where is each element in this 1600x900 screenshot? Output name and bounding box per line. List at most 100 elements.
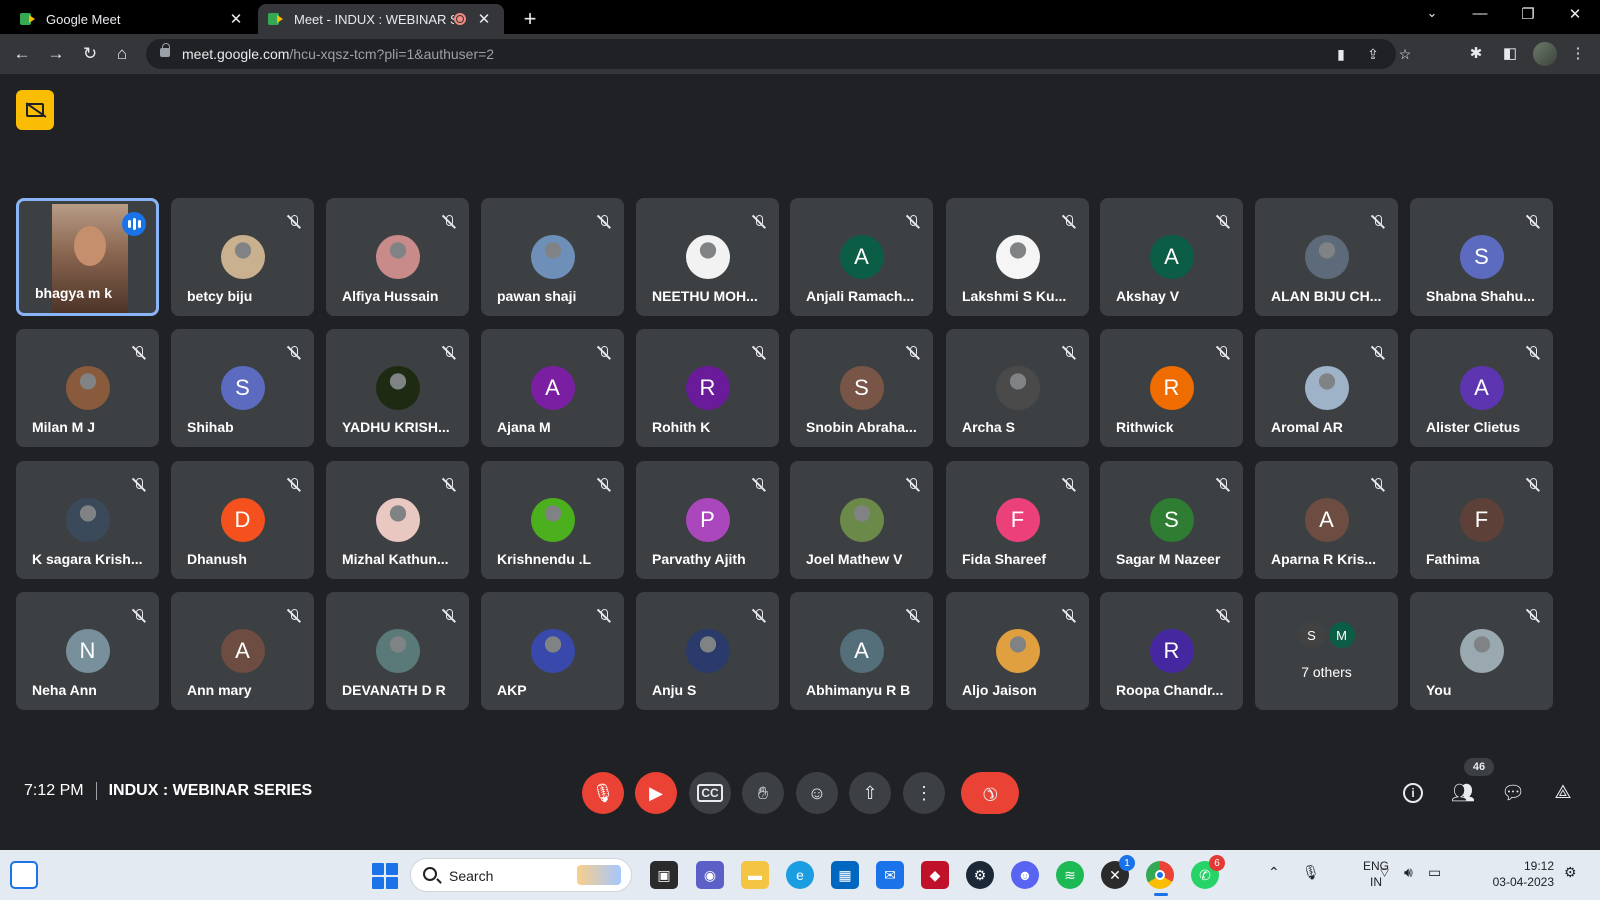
back-button[interactable]: ← [10,42,34,66]
participant-tile[interactable]: A Alister Clietus [1410,329,1553,447]
profile-avatar[interactable] [1533,42,1557,66]
participant-tile[interactable]: A Akshay V [1100,198,1243,316]
participant-tile[interactable]: S Snobin Abraha... [790,329,933,447]
more-options-button[interactable]: ⋮ [903,772,945,814]
participant-tile[interactable]: A Abhimanyu R B [790,592,933,710]
participant-tile[interactable]: N Neha Ann [16,592,159,710]
taskbar-search[interactable]: Search [410,858,632,892]
people-button[interactable]: 👥︎ [1450,780,1476,806]
participant-tile[interactable]: A Aparna R Kris... [1255,461,1398,579]
red-app-icon[interactable]: ◆ [921,861,949,889]
camera-in-use-icon[interactable]: ▮ [1332,45,1350,63]
host-controls-icon[interactable] [16,90,54,130]
tab-search-chevron-icon[interactable]: ⌄ [1417,5,1447,21]
xbox-icon[interactable]: ✕ 1 [1101,855,1135,889]
participant-tile[interactable]: P Parvathy Ajith [636,461,779,579]
menu-more-icon[interactable]: ⋮ [1568,44,1588,64]
reload-button[interactable]: ↻ [78,42,102,66]
participant-tile[interactable]: NEETHU MOH... [636,198,779,316]
participant-tile[interactable]: pawan shaji [481,198,624,316]
camera-off-button[interactable]: ▶︎ [635,772,677,814]
battery-icon[interactable]: ▭ [1428,864,1441,881]
chat-button[interactable]: 💬︎ [1500,780,1526,806]
participant-name: Fida Shareef [962,551,1047,567]
tray-chevron-icon[interactable]: ⌃ [1268,864,1280,881]
participant-tile[interactable]: Alfiya Hussain [326,198,469,316]
side-panel-icon[interactable]: ◧ [1500,44,1520,64]
participant-tile[interactable]: R Roopa Chandr... [1100,592,1243,710]
participant-tile[interactable]: You [1410,592,1553,710]
volume-icon[interactable]: 🔊︎ [1404,864,1413,881]
participant-tile[interactable]: S Shabna Shahu... [1410,198,1553,316]
meeting-info-button[interactable]: i [1400,780,1426,806]
participant-tile[interactable]: K sagara Krish... [16,461,159,579]
mail-icon[interactable]: ✉ [876,861,904,889]
chrome-icon[interactable] [1146,861,1174,896]
participant-tile[interactable]: Milan M J [16,329,159,447]
tab-close-icon[interactable]: ✕ [474,10,494,28]
steam-icon[interactable]: ⚙ [966,861,994,889]
url-text[interactable]: meet.google.com/hcu-xqsz-tcm?pli=1&authu… [182,46,494,62]
participant-tile[interactable]: Krishnendu .L [481,461,624,579]
spotify-icon[interactable]: ≋ [1056,861,1084,889]
participant-tile[interactable]: DEVANATH D R [326,592,469,710]
lock-icon[interactable] [160,43,170,57]
leave-call-button[interactable]: ✆ [961,772,1019,814]
new-tab-button[interactable]: + [518,6,542,32]
present-screen-button[interactable]: ⇧ [849,772,891,814]
restore-button[interactable]: ❐ [1513,5,1543,23]
participant-tile[interactable]: F Fida Shareef [946,461,1089,579]
share-icon[interactable]: ⇪ [1364,45,1382,63]
home-button[interactable]: ⌂ [110,42,134,66]
participant-tile[interactable]: S Shihab [171,329,314,447]
edge-icon[interactable]: e [786,861,814,889]
microsoft-store-icon[interactable]: ▦ [831,861,859,889]
discord-icon[interactable]: ☻ [1011,861,1039,889]
participant-tile[interactable]: Aromal AR [1255,329,1398,447]
bookmark-star-icon[interactable]: ☆ [1396,45,1414,63]
minimize-button[interactable]: — [1465,5,1495,22]
mic-off-button[interactable]: 🎙︎ [582,772,624,814]
start-icon[interactable] [372,863,398,889]
participant-tile[interactable]: Lakshmi S Ku... [946,198,1089,316]
participant-tile[interactable]: A Anjali Ramach... [790,198,933,316]
whatsapp-icon[interactable]: ✆ 6 [1191,855,1225,889]
participant-tile[interactable]: betcy biju [171,198,314,316]
participant-tile[interactable]: Mizhal Kathun... [326,461,469,579]
activities-button[interactable]: ⟁ [1550,780,1576,806]
participant-tile[interactable]: Archa S [946,329,1089,447]
participant-tile[interactable]: SM 7 others [1255,592,1398,710]
widgets-icon[interactable] [10,861,38,889]
participant-tile[interactable]: R Rohith K [636,329,779,447]
participant-tile[interactable]: S Sagar M Nazeer [1100,461,1243,579]
forward-button[interactable]: → [44,42,68,66]
tab-close-icon[interactable]: ✕ [226,10,246,28]
participant-tile[interactable]: AKP [481,592,624,710]
close-window-button[interactable]: ✕ [1560,5,1590,23]
participant-tile[interactable]: A Ann mary [171,592,314,710]
captions-button[interactable]: CC [689,772,731,814]
participant-tile[interactable]: A Ajana M [481,329,624,447]
tab-google-meet[interactable]: Google Meet ✕ [10,4,256,34]
participant-tile[interactable]: YADHU KRISH... [326,329,469,447]
extensions-icon[interactable]: ✱ [1466,44,1486,64]
task-view-icon[interactable]: ▣ [650,861,678,889]
raise-hand-button[interactable]: ✋︎ [742,772,784,814]
participant-tile[interactable]: R Rithwick [1100,329,1243,447]
participant-tile[interactable]: Anju S [636,592,779,710]
participant-tile[interactable]: Aljo Jaison [946,592,1089,710]
teams-chat-icon[interactable]: ◉ [696,861,724,889]
address-bar[interactable]: meet.google.com/hcu-xqsz-tcm?pli=1&authu… [146,39,1411,69]
participant-tile[interactable]: D Dhanush [171,461,314,579]
system-clock[interactable]: 19:12 03-04-2023 [1488,858,1554,890]
file-explorer-icon[interactable]: ▬ [741,861,769,889]
tab-meet-webinar[interactable]: Meet - INDUX : WEBINAR SE ✕ [258,4,504,34]
participant-tile[interactable]: ALAN BIJU CH... [1255,198,1398,316]
microphone-tray-icon[interactable]: 🎙︎ [1302,864,1320,881]
participant-tile[interactable]: F Fathima [1410,461,1553,579]
reactions-button[interactable]: ☺ [796,772,838,814]
participant-tile[interactable]: bhagya m k [16,198,159,316]
wifi-icon[interactable]: ⌔ [1378,864,1391,882]
participant-tile[interactable]: Joel Mathew V [790,461,933,579]
notification-icon[interactable]: ⚙ [1564,864,1577,881]
